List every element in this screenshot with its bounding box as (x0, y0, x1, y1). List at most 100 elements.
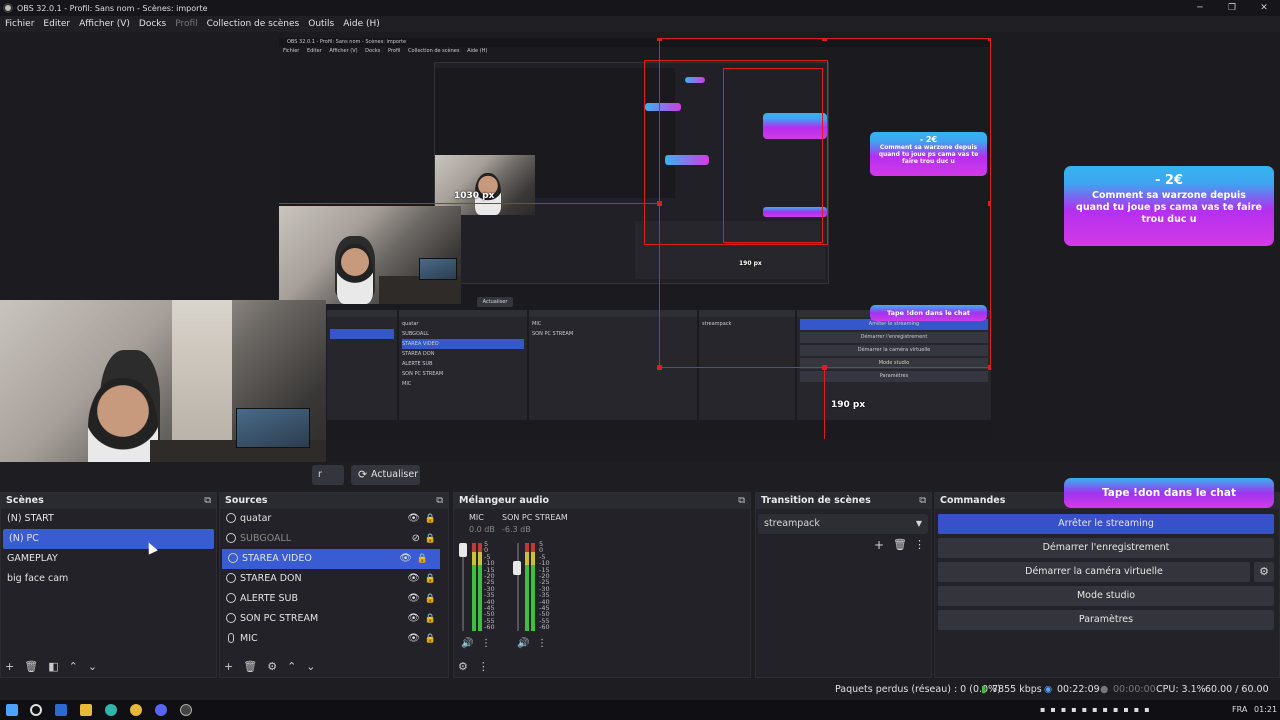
kebab-menu-icon[interactable]: ⋮ (914, 538, 925, 551)
language-indicator[interactable]: FRA (1232, 700, 1247, 720)
discord-icon[interactable] (155, 704, 167, 716)
selection-handle[interactable] (657, 38, 662, 41)
studio-mode-button[interactable]: Mode studio (938, 586, 1274, 606)
close-button[interactable]: ✕ (1248, 3, 1280, 13)
stop-streaming-button[interactable]: Arrêter le streaming (938, 514, 1274, 534)
clock[interactable]: 01:21 (1254, 700, 1277, 720)
dock-popout-icon[interactable]: ⧉ (436, 493, 443, 509)
scene-item-selected[interactable]: (N) PC (3, 529, 214, 549)
filter-icon[interactable]: ◧ (48, 660, 58, 673)
eye-icon[interactable]: 👁 (407, 609, 420, 629)
menu-afficher[interactable]: Afficher (V) (79, 19, 130, 29)
properties-button[interactable]: r (312, 465, 344, 485)
nested-menu-item: Fichier (283, 48, 300, 54)
start-recording-button[interactable]: Démarrer l'enregistrement (938, 538, 1274, 558)
trash-icon[interactable]: 🗑 (243, 660, 257, 673)
selection-handle[interactable] (988, 365, 991, 370)
source-label: STAREA VIDEO (242, 553, 312, 564)
chevron-down-icon[interactable]: ⌄ (306, 660, 315, 673)
windows-start-icon[interactable] (6, 704, 18, 716)
source-item[interactable]: STAREA DON 👁 🔒 (220, 569, 448, 589)
chrome-icon[interactable] (130, 704, 142, 716)
lock-icon[interactable]: 🔒 (417, 549, 428, 569)
chevron-up-icon[interactable]: ⌃ (287, 660, 296, 673)
speaker-icon[interactable]: 🔊 (461, 638, 473, 649)
lock-icon[interactable]: 🔒 (425, 529, 436, 549)
gear-icon[interactable]: ⚙ (458, 660, 468, 673)
trash-icon[interactable]: 🗑 (893, 538, 907, 551)
dock-popout-icon[interactable]: ⧉ (919, 493, 926, 509)
transition-header: Transition de scènes ⧉ (756, 493, 931, 509)
selection-handle[interactable] (657, 365, 662, 370)
eye-off-icon[interactable]: ⊘ (412, 529, 420, 549)
source-item[interactable]: MIC 👁 🔒 (220, 629, 448, 649)
transition-select[interactable]: streampack ▼ (758, 514, 928, 534)
file-explorer-icon[interactable] (80, 704, 92, 716)
preview-canvas[interactable]: OBS 32.0.1 - Profil: Sans nom - Scènes: … (279, 38, 991, 439)
donation-alert: - 2€ Comment sa warzone depuis quand tu … (1064, 166, 1274, 246)
source-item[interactable]: SON PC STREAM 👁 🔒 (220, 609, 448, 629)
kebab-menu-icon[interactable]: ⋮ (478, 660, 489, 673)
volume-fader[interactable] (517, 543, 519, 631)
virtualcam-settings-gear-icon[interactable]: ⚙ (1254, 562, 1274, 582)
settings-button[interactable]: Paramètres (938, 610, 1274, 630)
task-view-icon[interactable] (55, 704, 67, 716)
edge-icon[interactable] (105, 704, 117, 716)
lock-icon[interactable]: 🔒 (425, 589, 436, 609)
fader-knob[interactable] (459, 543, 467, 557)
menu-docks[interactable]: Docks (139, 19, 166, 29)
selection-handle[interactable] (988, 201, 991, 206)
eye-icon[interactable]: 👁 (399, 549, 412, 569)
menu-fichier[interactable]: Fichier (5, 19, 34, 29)
menu-editer[interactable]: Editer (43, 19, 70, 29)
chevron-down-icon[interactable]: ⌄ (88, 660, 97, 673)
gear-icon[interactable]: ⚙ (267, 660, 277, 673)
source-item-selected[interactable]: STAREA VIDEO 👁 🔒 (222, 549, 440, 569)
mixer-title: Mélangeur audio (459, 495, 550, 506)
system-tray-icons[interactable]: ▪▪▪▪▪▪▪▪▪▪▪ (1040, 700, 1155, 720)
speaker-icon[interactable]: 🔊 (517, 638, 529, 649)
preview-area[interactable]: OBS 32.0.1 - Profil: Sans nom - Scènes: … (0, 32, 1280, 490)
signal-icon: ▮ (981, 684, 987, 695)
add-icon[interactable]: + (5, 660, 14, 673)
lock-icon[interactable]: 🔒 (425, 609, 436, 629)
kebab-menu-icon[interactable]: ⋮ (481, 638, 491, 649)
eye-icon[interactable]: 👁 (407, 589, 420, 609)
refresh-button[interactable]: ⟳ Actualiser (351, 465, 420, 485)
selection-handle[interactable] (822, 38, 827, 41)
scene-item[interactable]: big face cam (1, 569, 216, 589)
trash-icon[interactable]: 🗑 (24, 660, 38, 673)
kebab-menu-icon[interactable]: ⋮ (537, 638, 547, 649)
browser-source-icon (226, 533, 236, 543)
scene-item[interactable]: GAMEPLAY (1, 549, 216, 569)
dock-popout-icon[interactable]: ⧉ (204, 493, 211, 509)
search-icon[interactable] (30, 704, 42, 716)
db-scale: 5 0 -5 -10 -15 -20 -25 -30 -35 -40 -45 -… (539, 540, 550, 632)
start-virtualcam-button[interactable]: Démarrer la caméra virtuelle (938, 562, 1250, 582)
nested-source: MIC (402, 381, 412, 387)
eye-icon[interactable]: 👁 (407, 629, 420, 649)
sources-title: Sources (225, 495, 268, 506)
source-item[interactable]: quatar 👁 🔒 (220, 509, 448, 529)
lock-icon[interactable]: 🔒 (425, 569, 436, 589)
menu-aide[interactable]: Aide (H) (343, 19, 380, 29)
menu-profil[interactable]: Profil (175, 19, 197, 29)
restore-button[interactable]: ❐ (1216, 3, 1248, 13)
chevron-up-icon[interactable]: ⌃ (69, 660, 78, 673)
menu-outils[interactable]: Outils (308, 19, 334, 29)
lock-icon[interactable]: 🔒 (425, 629, 436, 649)
source-item[interactable]: ALERTE SUB 👁 🔒 (220, 589, 448, 609)
eye-icon[interactable]: 👁 (407, 509, 420, 529)
lock-icon[interactable]: 🔒 (425, 509, 436, 529)
fader-knob[interactable] (513, 561, 521, 575)
add-icon[interactable]: + (874, 538, 884, 552)
menu-collection[interactable]: Collection de scènes (207, 19, 300, 29)
source-item[interactable]: SUBGOALL ⊘ 🔒 (220, 529, 448, 549)
add-icon[interactable]: + (224, 660, 233, 673)
obs-taskbar-icon[interactable] (180, 704, 192, 716)
scene-item[interactable]: (N) START (1, 509, 216, 529)
eye-icon[interactable]: 👁 (407, 569, 420, 589)
minimize-button[interactable]: ─ (1184, 3, 1216, 13)
selection-handle[interactable] (988, 38, 991, 41)
dock-popout-icon[interactable]: ⧉ (738, 493, 745, 509)
